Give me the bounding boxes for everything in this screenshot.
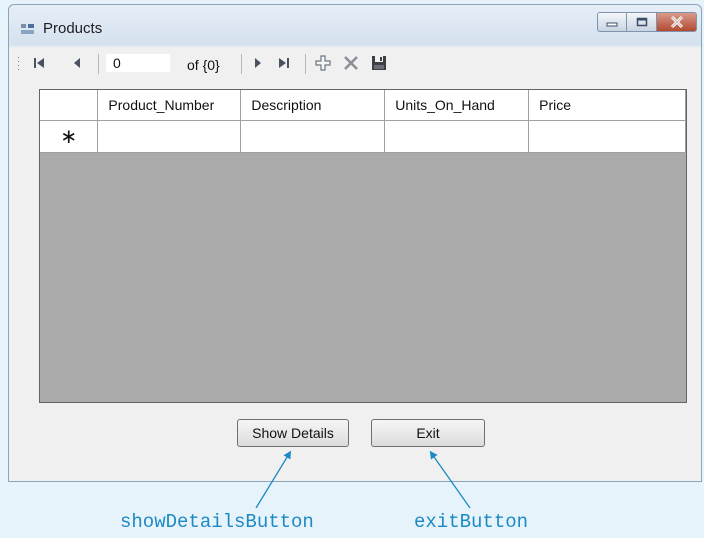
show-details-annotation-label: showDetailsButton xyxy=(120,511,314,533)
exit-annotation-arrow xyxy=(429,450,471,509)
show-details-annotation-arrow xyxy=(255,450,292,509)
annotation-arrows xyxy=(255,450,471,509)
exit-annotation-label: exitButton xyxy=(414,511,529,533)
